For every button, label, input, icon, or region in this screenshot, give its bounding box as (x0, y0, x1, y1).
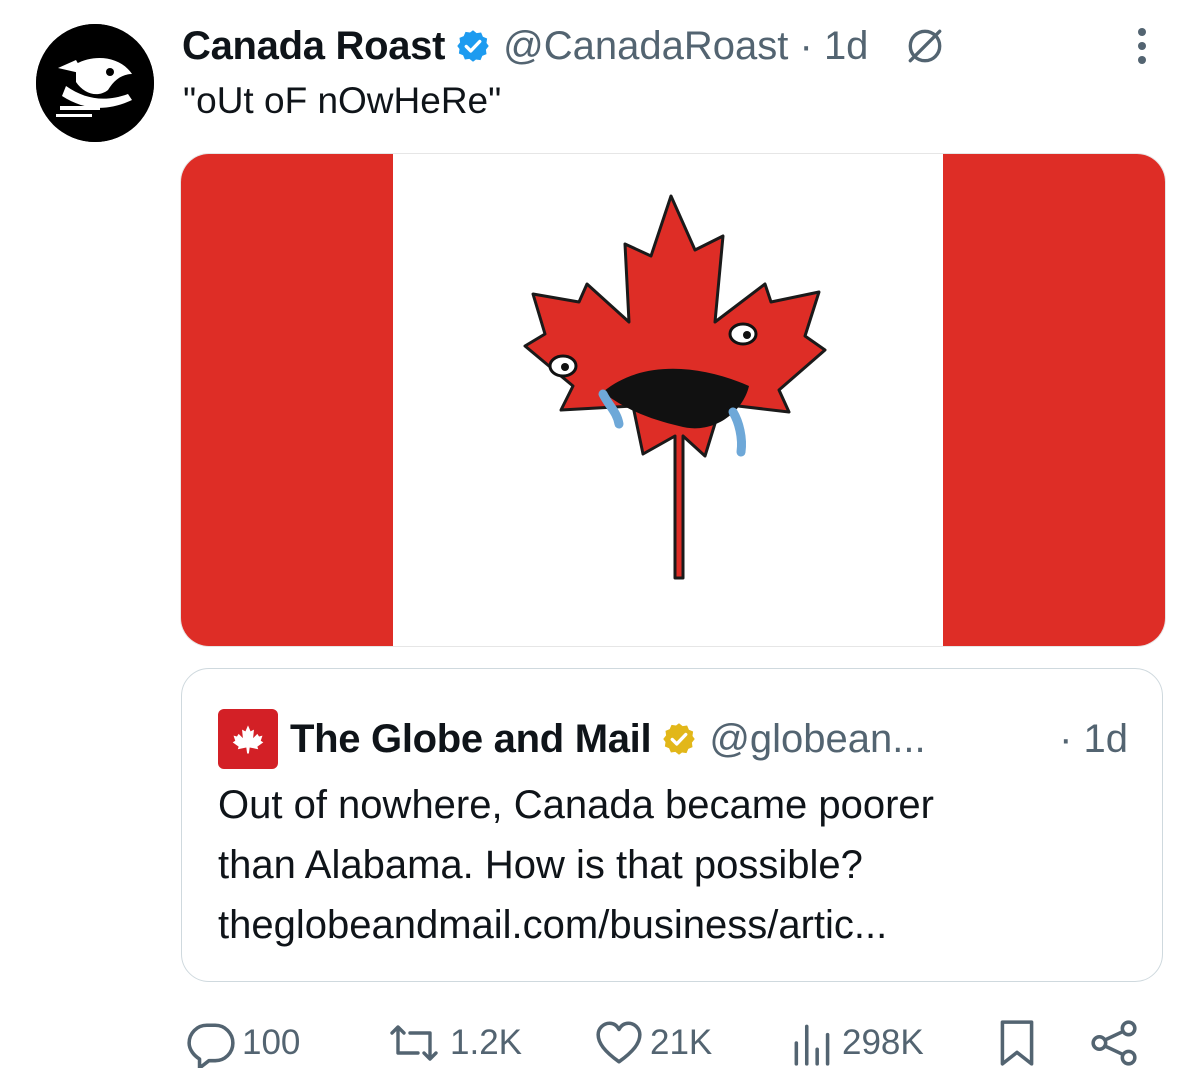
repost-icon (390, 1025, 438, 1061)
quoted-text-line: than Alabama. How is that possible? (218, 843, 863, 887)
repost-count: 1.2K (450, 1023, 522, 1062)
more-options-icon[interactable] (1132, 26, 1152, 66)
quoted-tweet-text: Out of nowhere, Canada became poorer tha… (218, 775, 1138, 955)
tweet-media-image[interactable] (181, 154, 1165, 646)
flag-right-band (943, 154, 1165, 646)
duck-logo-icon (36, 24, 154, 142)
views-count: 298K (842, 1023, 924, 1062)
reply-icon (187, 1023, 235, 1068)
verified-badge-icon[interactable] (455, 28, 491, 64)
crying-maple-leaf-icon (523, 194, 827, 580)
bookmark-icon (1000, 1020, 1034, 1066)
quoted-author-handle[interactable]: @globean... (709, 717, 925, 762)
share-button[interactable] (1088, 1012, 1140, 1074)
like-button[interactable]: 21K (594, 1012, 712, 1074)
quoted-text-line: Out of nowhere, Canada became poorer (218, 783, 934, 827)
views-button[interactable]: 298K (790, 1012, 924, 1074)
tweet-header: Canada Roast @CanadaRoast · 1d (182, 18, 1152, 74)
maple-leaf-icon (232, 725, 264, 754)
tweet-text: "oUt oF nOwHeRe" (183, 80, 502, 121)
share-icon (1091, 1020, 1137, 1066)
quoted-tweet-header: The Globe and Mail @globean... · 1d (218, 709, 1128, 769)
tweet-action-bar: 100 1.2K 21K 298K (186, 1012, 1146, 1074)
like-count: 21K (650, 1023, 713, 1062)
author-avatar[interactable] (36, 24, 154, 142)
quoted-author-name[interactable]: The Globe and Mail (290, 717, 652, 762)
grok-icon[interactable] (904, 25, 946, 67)
gold-verified-icon[interactable] (661, 721, 697, 757)
repost-button[interactable]: 1.2K (384, 1012, 522, 1074)
quoted-tweet-time: · 1d (1059, 716, 1128, 761)
quoted-author-avatar[interactable] (218, 709, 278, 769)
author-name[interactable]: Canada Roast (182, 24, 445, 69)
reply-count: 100 (242, 1023, 301, 1062)
heart-icon (596, 1021, 642, 1064)
author-handle[interactable]: @CanadaRoast · 1d (503, 24, 868, 69)
views-chart-icon (794, 1024, 830, 1066)
reply-button[interactable]: 100 (186, 1012, 300, 1074)
flag-left-band (181, 154, 393, 646)
quoted-tweet-card[interactable]: The Globe and Mail @globean... · 1d Out … (181, 668, 1163, 982)
quoted-link[interactable]: theglobeandmail.com/business/artic... (218, 895, 1138, 955)
bookmark-button[interactable] (994, 1012, 1040, 1074)
